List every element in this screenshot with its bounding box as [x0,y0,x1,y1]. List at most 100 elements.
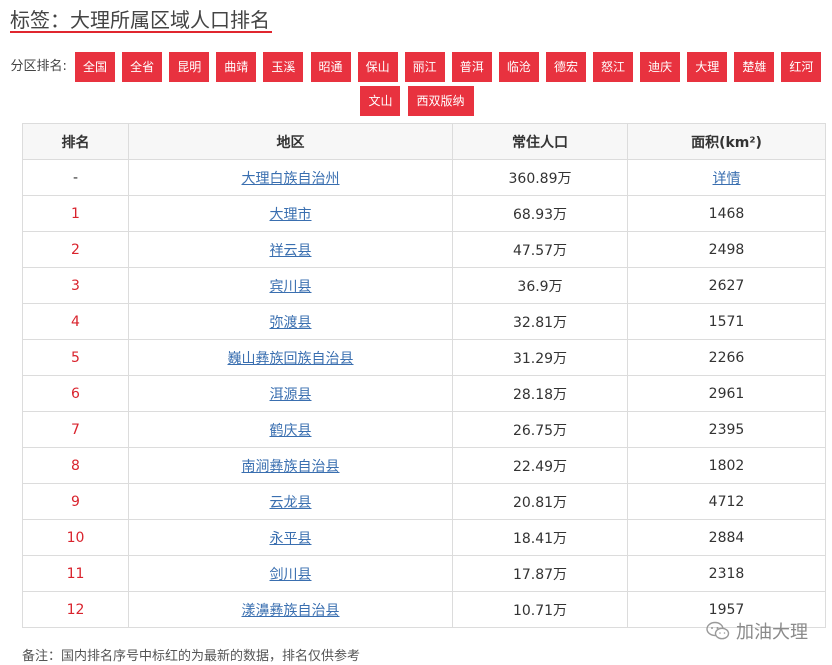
region-tag-puer[interactable]: 普洱 [451,52,492,82]
region-tag-chuxiong[interactable]: 楚雄 [734,52,775,82]
wechat-icon [706,621,730,640]
population-table: 排名 地区 常住人口 面积(km²) - 大理白族自治州 360.89万 详情 1 大理市… [22,123,826,628]
population-cell: 32.81万 [452,303,628,340]
region-tag-dali[interactable]: 大理 [687,52,728,82]
watermark-text: 加油大理 [736,622,808,643]
filter-label: 分区排名: [10,59,67,74]
region-cell: 洱源县 [128,375,453,412]
region-link[interactable]: 洱源县 [270,387,312,403]
population-cell: 17.87万 [452,555,628,592]
region-link[interactable]: 云龙县 [270,495,312,511]
area-cell: 2266 [627,339,826,376]
page-title: 标签：大理所属区域人口排名 [10,8,270,32]
region-link[interactable]: 大理白族自治州 [242,171,340,187]
population-cell: 20.81万 [452,483,628,520]
region-tag-xishuangbanna[interactable]: 西双版纳 [407,86,474,116]
rank-cell: 1 [22,195,129,232]
region-tag-wenshan[interactable]: 文山 [360,86,401,116]
rank-cell: 10 [22,519,129,556]
rank-cell: 8 [22,447,129,484]
region-link[interactable]: 漾濞彝族自治县 [242,603,340,619]
table-row: 1 大理市 68.93万 1468 [22,195,826,232]
region-link[interactable]: 永平县 [270,531,312,547]
table-header-row: 排名 地区 常住人口 面积(km²) [22,123,826,160]
watermark: 加油大理 [706,618,808,644]
region-link[interactable]: 宾川县 [270,279,312,295]
area-cell: 2884 [627,519,826,556]
population-cell: 28.18万 [452,375,628,412]
area-cell: 2961 [627,375,826,412]
rank-cell: 12 [22,591,129,628]
table-row: 3 宾川县 36.9万 2627 [22,267,826,304]
area-cell: 2627 [627,267,826,304]
region-tag-nujiang[interactable]: 怒江 [593,52,634,82]
rank-cell: 3 [22,267,129,304]
rank-cell: - [22,159,129,196]
table-row: 4 弥渡县 32.81万 1571 [22,303,826,340]
region-tag-zhaotong[interactable]: 昭通 [310,52,351,82]
region-cell: 鹤庆县 [128,411,453,448]
population-cell: 10.71万 [452,591,628,628]
area-cell: 2318 [627,555,826,592]
region-tag-baoshan[interactable]: 保山 [357,52,398,82]
region-tag-lijiang[interactable]: 丽江 [404,52,445,82]
rank-cell: 6 [22,375,129,412]
table-row: - 大理白族自治州 360.89万 详情 [22,159,826,196]
header-area: 面积(km²) [627,123,826,160]
region-cell: 永平县 [128,519,453,556]
header-rank: 排名 [22,123,129,160]
table-row: 7 鹤庆县 26.75万 2395 [22,411,826,448]
table-row: 9 云龙县 20.81万 4712 [22,483,826,520]
region-cell: 祥云县 [128,231,453,268]
region-cell: 大理白族自治州 [128,159,453,196]
population-cell: 68.93万 [452,195,628,232]
region-tag-qujing[interactable]: 曲靖 [216,52,257,82]
population-cell: 360.89万 [452,159,628,196]
region-tag-quanguo[interactable]: 全国 [75,52,116,82]
region-cell: 剑川县 [128,555,453,592]
rank-cell: 7 [22,411,129,448]
region-link[interactable]: 大理市 [270,207,312,223]
region-link[interactable]: 鹤庆县 [270,423,312,439]
table-row: 5 巍山彝族回族自治县 31.29万 2266 [22,339,826,376]
population-cell: 36.9万 [452,267,628,304]
region-cell: 漾濞彝族自治县 [128,591,453,628]
region-tag-yuxi[interactable]: 玉溪 [263,52,304,82]
population-cell: 26.75万 [452,411,628,448]
table-row: 10 永平县 18.41万 2884 [22,519,826,556]
header-region: 地区 [128,123,453,160]
region-link[interactable]: 南涧彝族自治县 [242,459,340,475]
population-cell: 31.29万 [452,339,628,376]
region-cell: 弥渡县 [128,303,453,340]
area-cell: 1802 [627,447,826,484]
region-link[interactable]: 弥渡县 [270,315,312,331]
region-tag-lincang[interactable]: 临沧 [498,52,539,82]
population-cell: 18.41万 [452,519,628,556]
region-cell: 南涧彝族自治县 [128,447,453,484]
table-row: 8 南涧彝族自治县 22.49万 1802 [22,447,826,484]
area-cell: 2498 [627,231,826,268]
region-cell: 大理市 [128,195,453,232]
region-tag-dehong[interactable]: 德宏 [545,52,586,82]
region-tag-kunming[interactable]: 昆明 [169,52,210,82]
region-cell: 云龙县 [128,483,453,520]
region-link[interactable]: 巍山彝族回族自治县 [228,351,354,367]
region-link[interactable]: 剑川县 [270,567,312,583]
region-link[interactable]: 祥云县 [270,243,312,259]
region-cell: 宾川县 [128,267,453,304]
region-cell: 巍山彝族回族自治县 [128,339,453,376]
table-row: 6 洱源县 28.18万 2961 [22,375,826,412]
area-cell: 详情 [627,159,826,196]
region-tag-honghe[interactable]: 红河 [781,52,822,82]
population-cell: 47.57万 [452,231,628,268]
footer-note: 备注：国内排名序号中标红的为最新的数据，排名仅供参考 [22,649,361,664]
region-tag-quansheng[interactable]: 全省 [122,52,163,82]
region-tag-diqing[interactable]: 迪庆 [640,52,681,82]
table-row: 2 祥云县 47.57万 2498 [22,231,826,268]
area-cell: 1468 [627,195,826,232]
title-underline [10,31,272,33]
details-link[interactable]: 详情 [713,171,741,187]
table-body: - 大理白族自治州 360.89万 详情 1 大理市 68.93万 1468 2 祥云县 47.57… [22,159,826,628]
area-cell: 4712 [627,483,826,520]
area-cell: 2395 [627,411,826,448]
